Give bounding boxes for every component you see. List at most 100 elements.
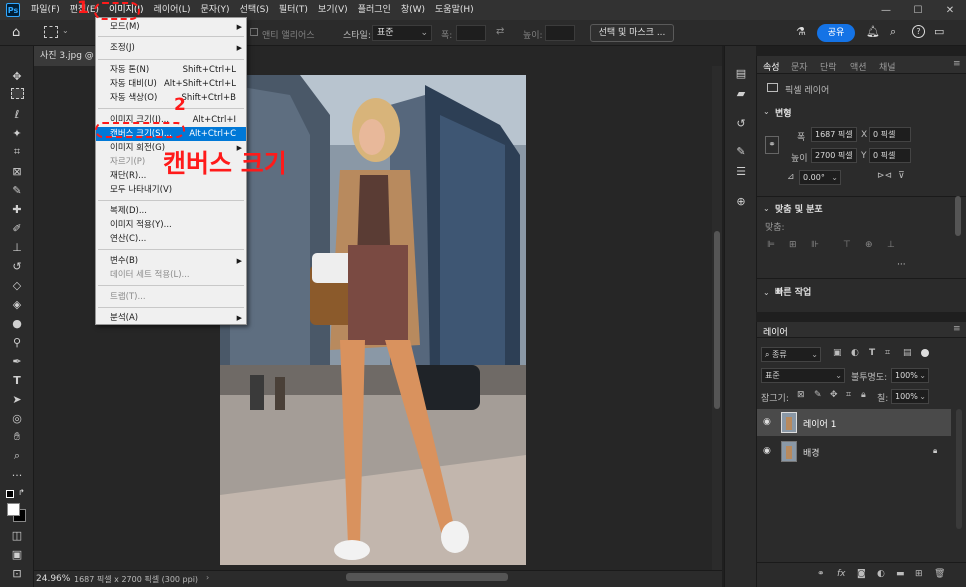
flip-horizontal-icon[interactable]: ⊳⊲ — [877, 171, 892, 181]
menu-help[interactable]: 도움말(H) — [430, 0, 479, 20]
chevron-down-icon[interactable]: ⌄ — [763, 107, 770, 116]
link-layers-icon[interactable]: ⚭ — [817, 569, 825, 579]
magic-wand-icon[interactable]: ✦ — [8, 125, 26, 141]
layer-name[interactable]: 배경 — [803, 446, 820, 459]
more-options-icon[interactable]: ··· — [897, 260, 906, 270]
link-icon[interactable]: ⚭ — [765, 136, 779, 154]
filter-shape-icon[interactable]: ⌗ — [885, 348, 890, 358]
frame-tool-icon[interactable]: ⊠ — [8, 163, 26, 179]
menu-item-apply-data-set[interactable]: 데이터 세트 적용(L)... — [96, 268, 246, 282]
tab-character[interactable]: 문자 — [791, 60, 808, 73]
minimize-icon[interactable]: — — [870, 0, 902, 20]
chevron-down-icon[interactable]: ⌄ — [62, 26, 69, 35]
comments-icon[interactable]: ▰ — [734, 86, 748, 100]
layer-filter-select[interactable]: ⌕ 종류 ⌄ — [761, 347, 821, 362]
move-tool-icon[interactable]: ✥ — [8, 68, 26, 84]
swap-colors-icon[interactable]: ↱ — [18, 488, 25, 497]
bell-icon[interactable]: 🔔︎ — [866, 25, 880, 38]
add-mask-icon[interactable]: ◙ — [857, 569, 866, 579]
healing-brush-icon[interactable]: ✚ — [8, 201, 26, 217]
zoom-tool-icon[interactable]: ⌕ — [8, 448, 26, 464]
layers-title[interactable]: 레이어 — [763, 325, 788, 338]
document-tab[interactable]: 사진 3.jpg @ 2 — [34, 46, 102, 66]
y-input[interactable]: 0 픽셀 — [869, 148, 911, 163]
crop-tool-icon[interactable]: ⌗ — [8, 144, 26, 160]
history-brush-icon[interactable]: ↺ — [8, 258, 26, 274]
marquee-tool-icon[interactable] — [11, 88, 24, 99]
paint-bucket-icon[interactable]: ◈ — [8, 296, 26, 312]
screen-mode-icon[interactable]: ▣ — [8, 546, 26, 562]
stamp-tool-icon[interactable]: ⊥ — [8, 239, 26, 255]
tab-channels[interactable]: 채널 — [879, 60, 896, 73]
chevron-down-icon[interactable]: ⌄ — [763, 288, 770, 297]
more-tools-icon[interactable]: ··· — [8, 467, 26, 483]
filter-pixel-icon[interactable]: ▣ — [833, 348, 842, 358]
chevron-down-icon[interactable]: ⌄ — [763, 204, 770, 213]
foreground-color-swatch[interactable] — [7, 503, 20, 516]
layer-row-background[interactable]: ◉ 배경 🔒︎ — [757, 438, 951, 465]
style-select[interactable]: 표준 ⌄ — [372, 25, 432, 41]
adjustments-icon[interactable]: ☰ — [734, 164, 748, 178]
align-left-icon[interactable]: ⊫ — [767, 240, 775, 250]
zoom-level[interactable]: 24.96% — [36, 574, 70, 584]
blur-tool-icon[interactable]: ● — [8, 315, 26, 331]
opacity-input[interactable]: 100% ⌄ — [891, 368, 929, 383]
menu-item-adjustments[interactable]: 조정(J) ▶ — [96, 41, 246, 55]
pen-tool-icon[interactable]: ✒ — [8, 353, 26, 369]
delete-layer-icon[interactable]: 🗑︎ — [934, 569, 945, 579]
select-and-mask-button[interactable]: 선택 및 마스크 ... — [590, 24, 674, 42]
path-select-icon[interactable]: ➤ — [8, 391, 26, 407]
lasso-tool-icon[interactable]: ℓ — [8, 106, 26, 122]
align-middle-icon[interactable]: ⊕ — [865, 240, 873, 250]
layers-scroll-track[interactable] — [956, 409, 962, 529]
default-colors-icon[interactable] — [6, 490, 14, 498]
quick-mask-icon[interactable]: ◫ — [8, 527, 26, 543]
adjustment-layer-icon[interactable]: ◐ — [877, 569, 885, 579]
antialias-checkbox[interactable] — [250, 28, 258, 36]
flask-icon[interactable]: ⚗ — [796, 25, 806, 38]
brush-settings-icon[interactable]: ✎ — [734, 144, 748, 158]
visibility-eye-icon[interactable]: ◉ — [763, 417, 771, 427]
libraries-icon[interactable]: ⊕ — [734, 194, 748, 208]
angle-input[interactable]: 0.00° ⌄ — [799, 170, 841, 185]
height-input[interactable]: 2700 픽셀 — [811, 148, 857, 163]
menu-item-calculations[interactable]: 연산(C)... — [96, 232, 246, 246]
x-input[interactable]: 0 픽셀 — [869, 127, 911, 142]
menu-item-reveal-all[interactable]: 모두 나타내기(V) — [96, 183, 246, 197]
align-top-icon[interactable]: ⊤ — [843, 240, 851, 250]
home-icon[interactable]: ⌂ — [12, 25, 30, 41]
menu-item-analysis[interactable]: 분석(A) ▶ — [96, 311, 246, 325]
lock-transparent-icon[interactable]: ⊠ — [797, 390, 805, 400]
fill-input[interactable]: 100% ⌄ — [891, 389, 929, 404]
properties-scroll-thumb[interactable] — [955, 196, 961, 236]
lock-artboard-icon[interactable]: ⌗ — [846, 390, 851, 400]
filter-smart-icon[interactable]: ▤ — [903, 348, 912, 358]
search-icon[interactable]: ⌕ — [890, 25, 896, 39]
history-states-icon[interactable]: ▤ — [734, 66, 748, 80]
history-icon[interactable]: ↺ — [734, 116, 748, 130]
menu-item-auto-tone[interactable]: 자동 톤(N) Shift+Ctrl+L — [96, 63, 246, 77]
menu-item-auto-contrast[interactable]: 자동 대비(U) Alt+Shift+Ctrl+L — [96, 77, 246, 91]
menu-item-variables[interactable]: 변수(B) ▶ — [96, 254, 246, 268]
help-icon[interactable]: ? — [912, 25, 925, 38]
width-field[interactable] — [456, 25, 486, 41]
close-icon[interactable]: ✕ — [934, 0, 966, 20]
share-button[interactable]: 공유 — [817, 24, 855, 42]
blend-mode-select[interactable]: 표준 ⌄ — [761, 368, 845, 383]
swap-icon[interactable]: ⇄ — [496, 26, 504, 37]
horizontal-scroll-thumb[interactable] — [346, 573, 508, 581]
align-center-icon[interactable]: ⊞ — [789, 240, 797, 250]
lock-all-icon[interactable]: 🔒︎ — [861, 390, 866, 400]
vertical-scroll-thumb[interactable] — [714, 231, 720, 409]
layer-style-icon[interactable]: fx — [837, 569, 846, 579]
type-tool-icon[interactable]: T — [8, 372, 26, 388]
vertical-scrollbar[interactable] — [712, 66, 722, 570]
tab-properties[interactable]: 속성 — [763, 60, 780, 73]
filter-adjust-icon[interactable]: ◐ — [851, 348, 859, 358]
menu-window[interactable]: 창(W) — [396, 0, 430, 20]
menu-plugins[interactable]: 플러그인 — [353, 0, 396, 20]
menu-item-auto-color[interactable]: 자동 색상(O) Shift+Ctrl+B — [96, 91, 246, 105]
menu-item-mode[interactable]: 모드(M) ▶ — [96, 20, 246, 34]
tab-paragraph[interactable]: 단락 — [820, 60, 837, 73]
lock-pixels-icon[interactable]: ✎ — [814, 390, 822, 400]
